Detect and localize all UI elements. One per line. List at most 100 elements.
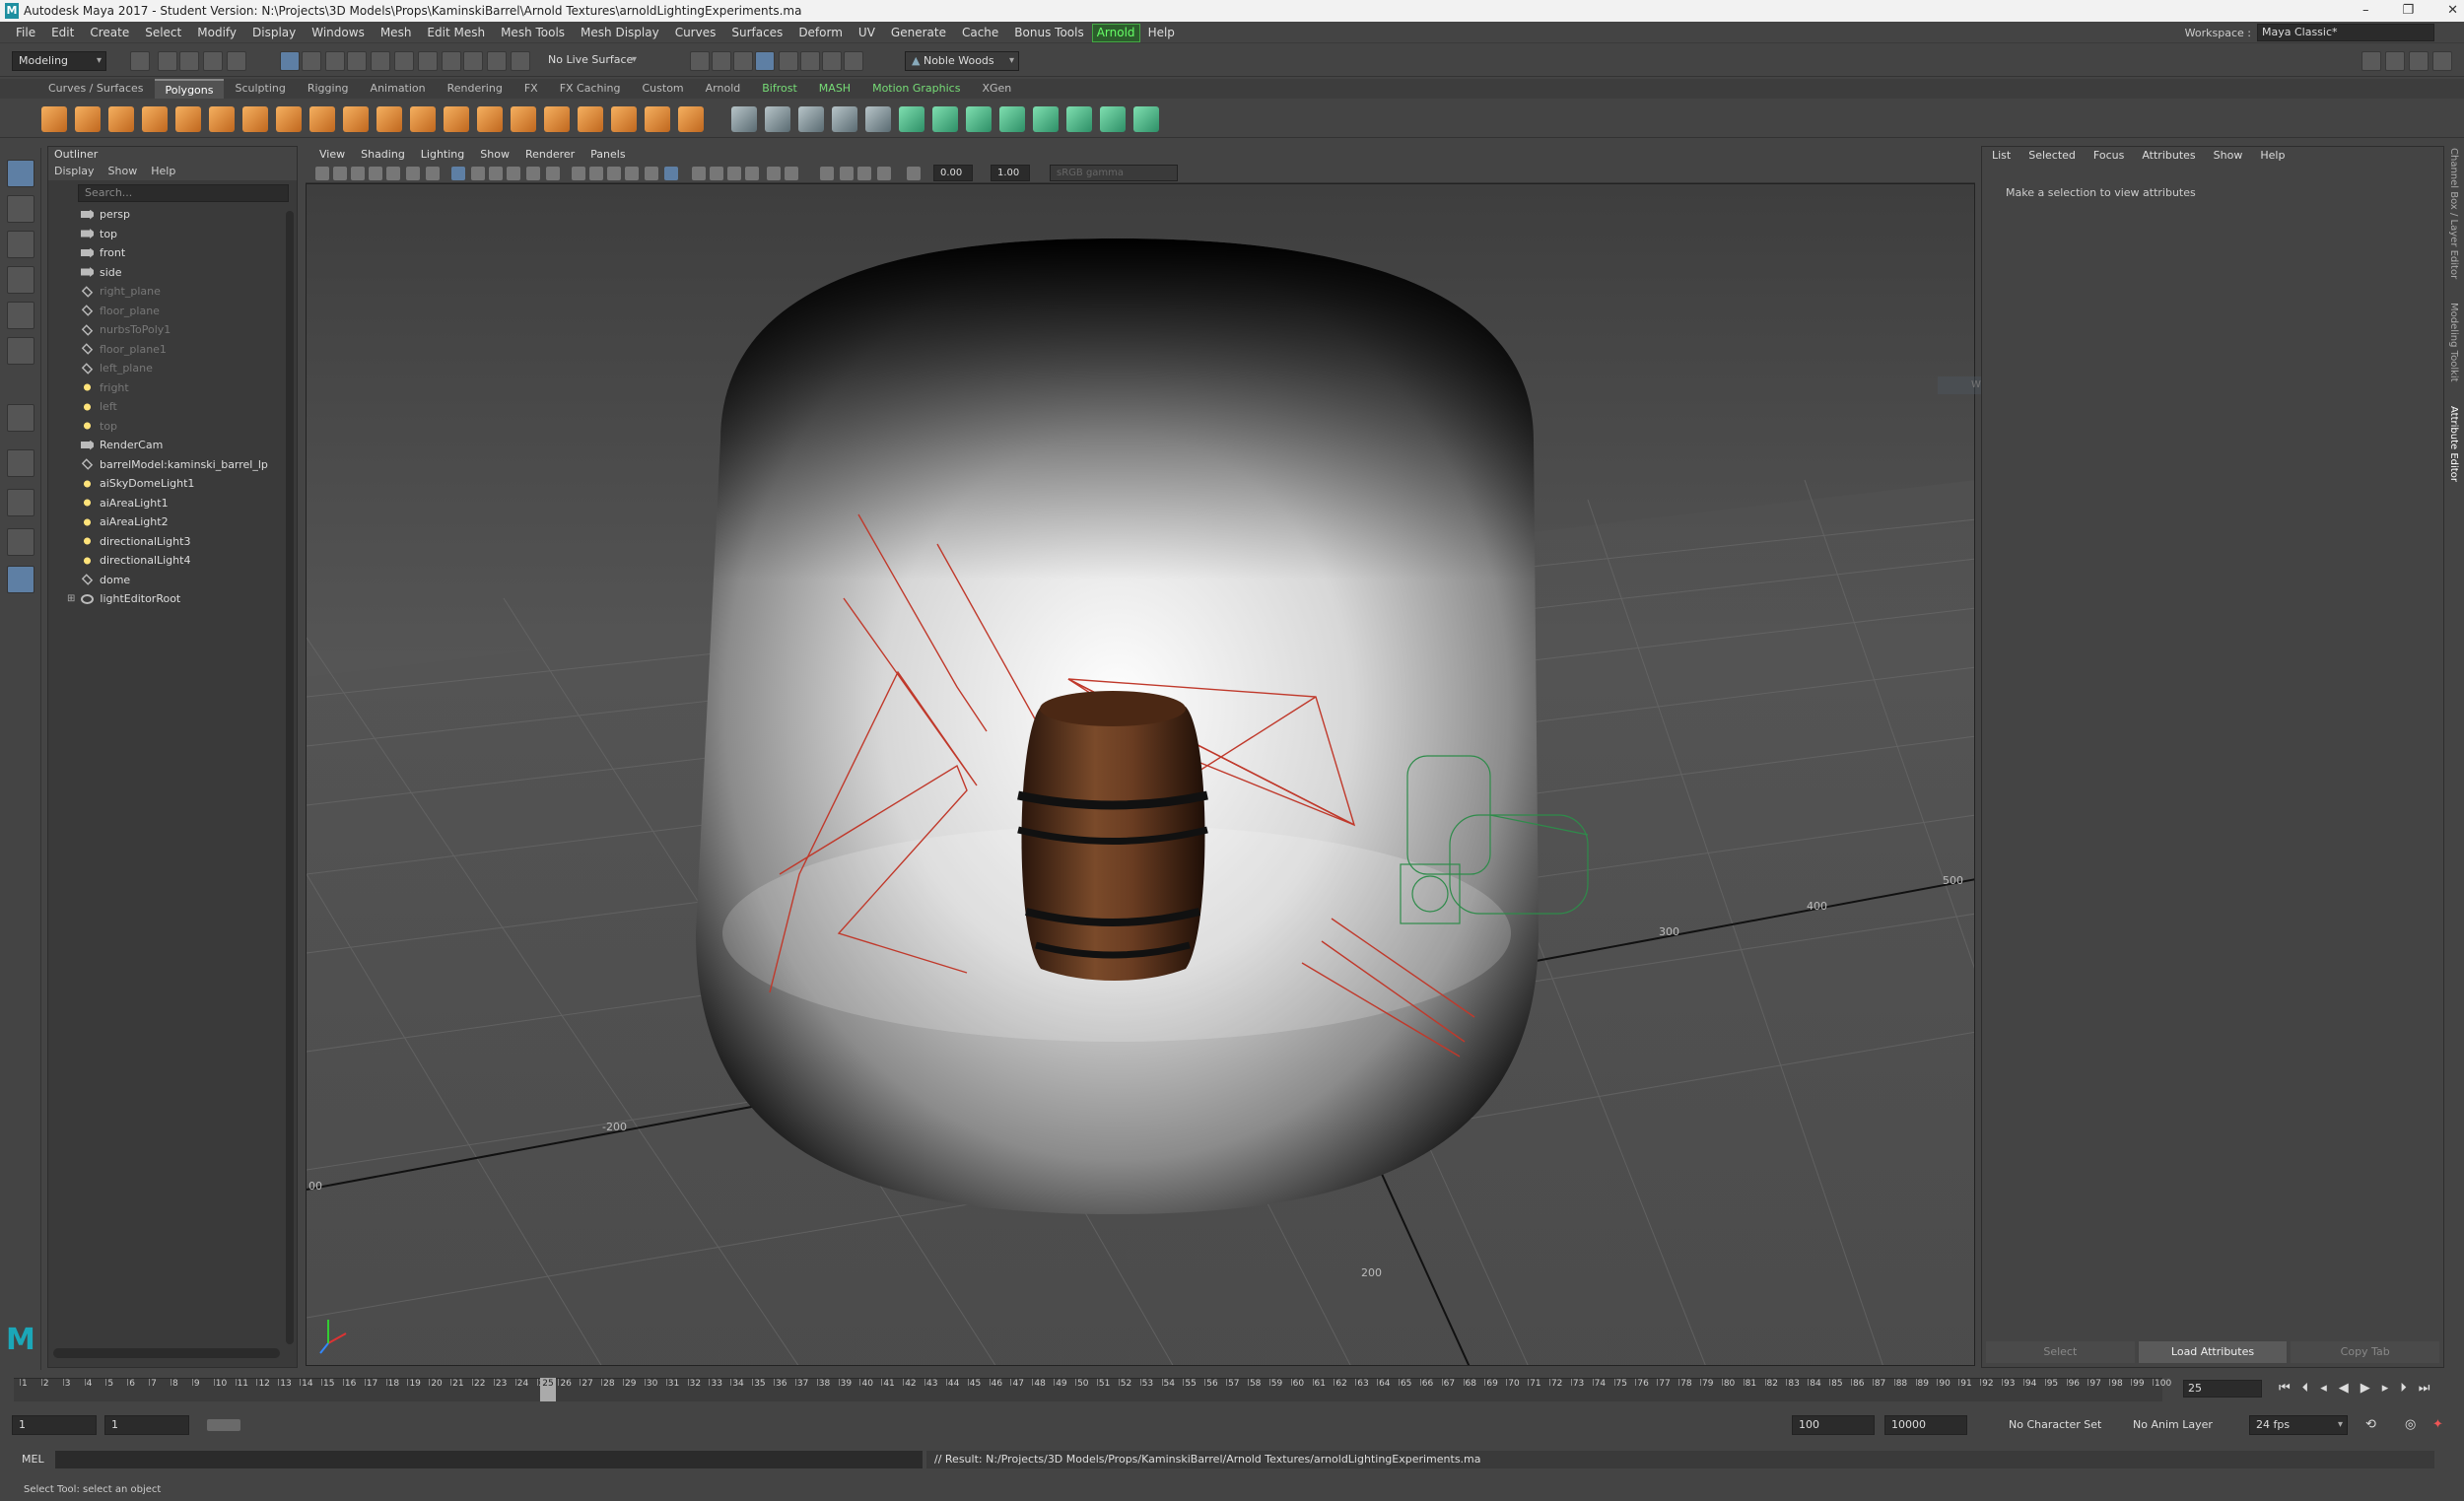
outliner-horizontal-scrollbar[interactable] (53, 1348, 280, 1358)
menu-mesh-display[interactable]: Mesh Display (573, 22, 667, 42)
outliner-item[interactable]: nurbsToPoly1 (81, 320, 171, 339)
restore-icon[interactable]: ❐ (2402, 0, 2414, 22)
viewport-tool-4-icon[interactable] (369, 167, 382, 180)
shelf-extrude-icon[interactable] (511, 106, 536, 132)
shelf-tab-custom[interactable]: Custom (632, 79, 695, 99)
viewport-tool-13-icon[interactable] (546, 167, 560, 180)
viewport-menu-panels[interactable]: Panels (582, 146, 633, 164)
ae-menu-focus[interactable]: Focus (2093, 147, 2124, 165)
status-tool-8-icon[interactable] (325, 51, 345, 71)
menu-mesh[interactable]: Mesh (373, 22, 420, 42)
step-forward-key-icon[interactable]: ⏵ (2400, 1381, 2407, 1396)
shelf-cylinder-icon[interactable] (108, 106, 134, 132)
step-back-frame-icon[interactable]: ◂ (2320, 1381, 2327, 1396)
viewport-tool-12-icon[interactable] (526, 167, 540, 180)
shelf-insert-edge-loop-icon[interactable] (578, 106, 603, 132)
shelf-auto-uv-icon[interactable] (966, 106, 992, 132)
status-tool-23-icon[interactable] (822, 51, 842, 71)
viewport-tool-25-icon[interactable] (785, 167, 798, 180)
shelf-separate-icon[interactable] (410, 106, 436, 132)
viewport-tool-21-icon[interactable] (710, 167, 723, 180)
viewport-tool-15-icon[interactable] (589, 167, 603, 180)
menu-generate[interactable]: Generate (883, 22, 954, 42)
outliner-item[interactable]: persp (81, 205, 130, 224)
command-input[interactable] (55, 1451, 923, 1468)
scale-tool-icon[interactable] (7, 337, 34, 365)
status-tool-3-icon[interactable] (179, 51, 199, 71)
step-back-key-icon[interactable]: ⏴ (2302, 1381, 2309, 1396)
viewport-tool-20-icon[interactable] (692, 167, 706, 180)
layout-toggle-4-icon[interactable] (2432, 51, 2452, 71)
status-tool-22-icon[interactable] (800, 51, 820, 71)
viewport-tool-24-icon[interactable] (767, 167, 781, 180)
outliner-item[interactable]: front (81, 243, 125, 262)
outliner-item[interactable]: dome (81, 571, 130, 589)
show-manipulator-icon[interactable] (7, 404, 34, 432)
ae-menu-list[interactable]: List (1992, 147, 2011, 165)
viewport-tool-17-icon[interactable] (625, 167, 639, 180)
viewport-menu-renderer[interactable]: Renderer (517, 146, 582, 164)
exposure-field[interactable]: 0.00 (933, 165, 973, 181)
viewport-menu-shading[interactable]: Shading (353, 146, 413, 164)
outliner-item[interactable]: side (81, 263, 122, 282)
status-tool-20-icon[interactable] (755, 51, 775, 71)
shelf-tab-fx-caching[interactable]: FX Caching (549, 79, 632, 99)
go-to-end-icon[interactable]: ⏭ (2419, 1381, 2430, 1396)
move-tool-icon[interactable] (7, 266, 34, 294)
viewport-tool-10-icon[interactable] (489, 167, 503, 180)
menu-mesh-tools[interactable]: Mesh Tools (493, 22, 573, 42)
shelf-svg-icon[interactable] (343, 106, 369, 132)
menu-deform[interactable]: Deform (790, 22, 851, 42)
loop-icon[interactable]: ⟲ (2365, 1415, 2376, 1435)
viewport-tool-7-icon[interactable] (426, 167, 440, 180)
four-view-layout-icon[interactable] (7, 489, 34, 516)
ae-menu-selected[interactable]: Selected (2028, 147, 2076, 165)
outliner-item[interactable]: floor_plane1 (81, 340, 167, 359)
status-tool-24-icon[interactable] (844, 51, 863, 71)
outliner-item[interactable]: right_plane (81, 282, 161, 301)
viewport-tool-30-icon[interactable] (907, 167, 921, 180)
shelf-disc-icon[interactable] (242, 106, 268, 132)
status-tool-19-icon[interactable] (733, 51, 753, 71)
auto-key-icon[interactable]: ◎ (2405, 1415, 2416, 1435)
menu-set-dropdown[interactable]: Modeling (12, 51, 106, 71)
minimize-icon[interactable]: – (2362, 0, 2369, 22)
viewport-tool-14-icon[interactable] (572, 167, 585, 180)
shelf-tab-curves-surfaces[interactable]: Curves / Surfaces (37, 79, 155, 99)
character-set-dropdown[interactable]: No Character Set (2009, 1415, 2101, 1435)
gamma-field[interactable]: 1.00 (991, 165, 1030, 181)
shelf-unfold-uv-icon[interactable] (1066, 106, 1092, 132)
status-tool-6-icon[interactable] (280, 51, 300, 71)
shelf-boolean-icon[interactable] (765, 106, 790, 132)
menu-bonus-tools[interactable]: Bonus Tools (1006, 22, 1091, 42)
live-surface-field[interactable]: No Live Surface (542, 51, 641, 71)
shelf-bridge-icon[interactable] (544, 106, 570, 132)
menu-select[interactable]: Select (137, 22, 189, 42)
shelf-tab-bifrost[interactable]: Bifrost (751, 79, 808, 99)
fps-dropdown[interactable]: 24 fps (2249, 1415, 2348, 1435)
viewport-tool-2-icon[interactable] (333, 167, 347, 180)
shelf-pipe-icon[interactable] (276, 106, 302, 132)
shelf-multi-cut-icon[interactable] (611, 106, 637, 132)
status-tool-7-icon[interactable] (302, 51, 321, 71)
status-tool-9-icon[interactable] (347, 51, 367, 71)
shelf-tab-animation[interactable]: Animation (360, 79, 437, 99)
load-attributes-button[interactable]: Load Attributes (2138, 1341, 2288, 1363)
persp-outliner-layout-icon[interactable] (7, 528, 34, 556)
outliner-item[interactable]: directionalLight3 (81, 532, 190, 551)
outliner-item[interactable]: aiAreaLight1 (81, 494, 169, 512)
status-tool-4-icon[interactable] (203, 51, 223, 71)
shelf-tab-motion-graphics[interactable]: Motion Graphics (861, 79, 971, 99)
outliner-item[interactable]: fright (81, 378, 129, 397)
outliner-item[interactable]: top (81, 225, 117, 243)
layout-toggle-2-icon[interactable] (2385, 51, 2405, 71)
shelf-torus-icon[interactable] (175, 106, 201, 132)
menu-help[interactable]: Help (1140, 22, 1183, 42)
playback-start-field[interactable]: 1 (104, 1415, 189, 1435)
outliner-item[interactable]: left (81, 397, 117, 416)
shelf-quad-draw-icon[interactable] (678, 106, 704, 132)
viewport-menu-lighting[interactable]: Lighting (413, 146, 472, 164)
viewport-tool-26-icon[interactable] (820, 167, 834, 180)
shelf-bevel-icon[interactable] (477, 106, 503, 132)
expand-icon[interactable]: ⊞ (67, 589, 75, 608)
